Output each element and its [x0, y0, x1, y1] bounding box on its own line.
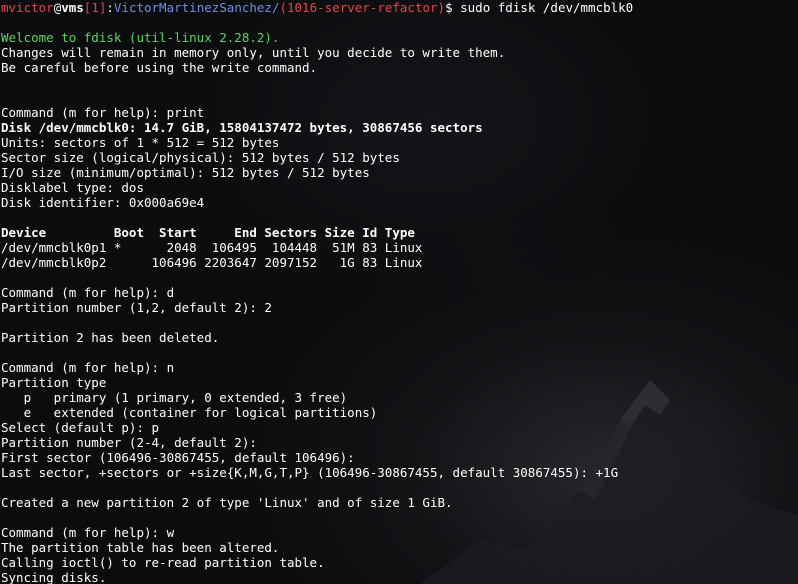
prompt-user: mvictor: [1, 0, 54, 15]
output-line: Select (default p): p: [1, 420, 160, 435]
output-line: The partition table has been altered.: [1, 540, 280, 555]
output-line: Command (m for help): print: [1, 105, 205, 120]
output-line: /dev/mmcblk0p2 106496 2203647 2097152 1G…: [1, 255, 423, 270]
terminal-window[interactable]: mvictor@vms[1]:VictorMartinezSanchez/(10…: [0, 0, 798, 584]
output-line: /dev/mmcblk0p1 * 2048 106495 104448 51M …: [1, 240, 423, 255]
output-line: Command (m for help): w: [1, 525, 175, 540]
output-line: I/O size (minimum/optimal): 512 bytes / …: [1, 165, 370, 180]
prompt-host: vms: [61, 0, 84, 15]
output-line: Disklabel type: dos: [1, 180, 144, 195]
output-line: Syncing disks.: [1, 570, 107, 584]
output-line: Welcome to fdisk (util-linux 2.28.2).: [1, 30, 280, 45]
output-line: Partition 2 has been deleted.: [1, 330, 220, 345]
prompt-git-branch: (1016-server-refactor): [279, 0, 446, 15]
prompt-path: VictorMartinezSanchez/: [113, 0, 280, 15]
prompt-job: [1]: [83, 0, 107, 15]
prompt-command: sudo fdisk /dev/mmcblk0: [452, 0, 634, 15]
output-line: Disk identifier: 0x000a69e4: [1, 195, 205, 210]
output-line: First sector (106496-30867455, default 1…: [1, 450, 355, 465]
output-line: Partition number (2-4, default 2):: [1, 435, 257, 450]
prompt-colon: :: [106, 0, 114, 15]
prompt-symbol: $: [445, 0, 453, 15]
terminal-output: Welcome to fdisk (util-linux 2.28.2). Cha…: [0, 30, 798, 584]
output-line: Last sector, +sectors or +size{K,M,G,T,P…: [1, 465, 619, 480]
output-line: p primary (1 primary, 0 extended, 3 free…: [1, 390, 348, 405]
output-line: Command (m for help): n: [1, 360, 175, 375]
output-line: Partition type: [1, 375, 107, 390]
output-line: Created a new partition 2 of type 'Linux…: [1, 495, 453, 510]
output-line: Calling ioctl() to re-read partition tab…: [1, 555, 325, 570]
output-line: Units: sectors of 1 * 512 = 512 bytes: [1, 135, 280, 150]
output-line: Device Boot Start End Sectors Size Id Ty…: [1, 225, 415, 240]
output-line: Be careful before using the write comman…: [1, 60, 318, 75]
output-line: Command (m for help): d: [1, 285, 175, 300]
output-line: Disk /dev/mmcblk0: 14.7 GiB, 15804137472…: [1, 120, 483, 135]
output-line: Sector size (logical/physical): 512 byte…: [1, 150, 400, 165]
output-line: Partition number (1,2, default 2): 2: [1, 300, 272, 315]
output-line: e extended (container for logical partit…: [1, 405, 378, 420]
command-prompt-line: mvictor@vms[1]:VictorMartinezSanchez/(10…: [0, 0, 798, 15]
output-line: Changes will remain in memory only, unti…: [1, 45, 506, 60]
